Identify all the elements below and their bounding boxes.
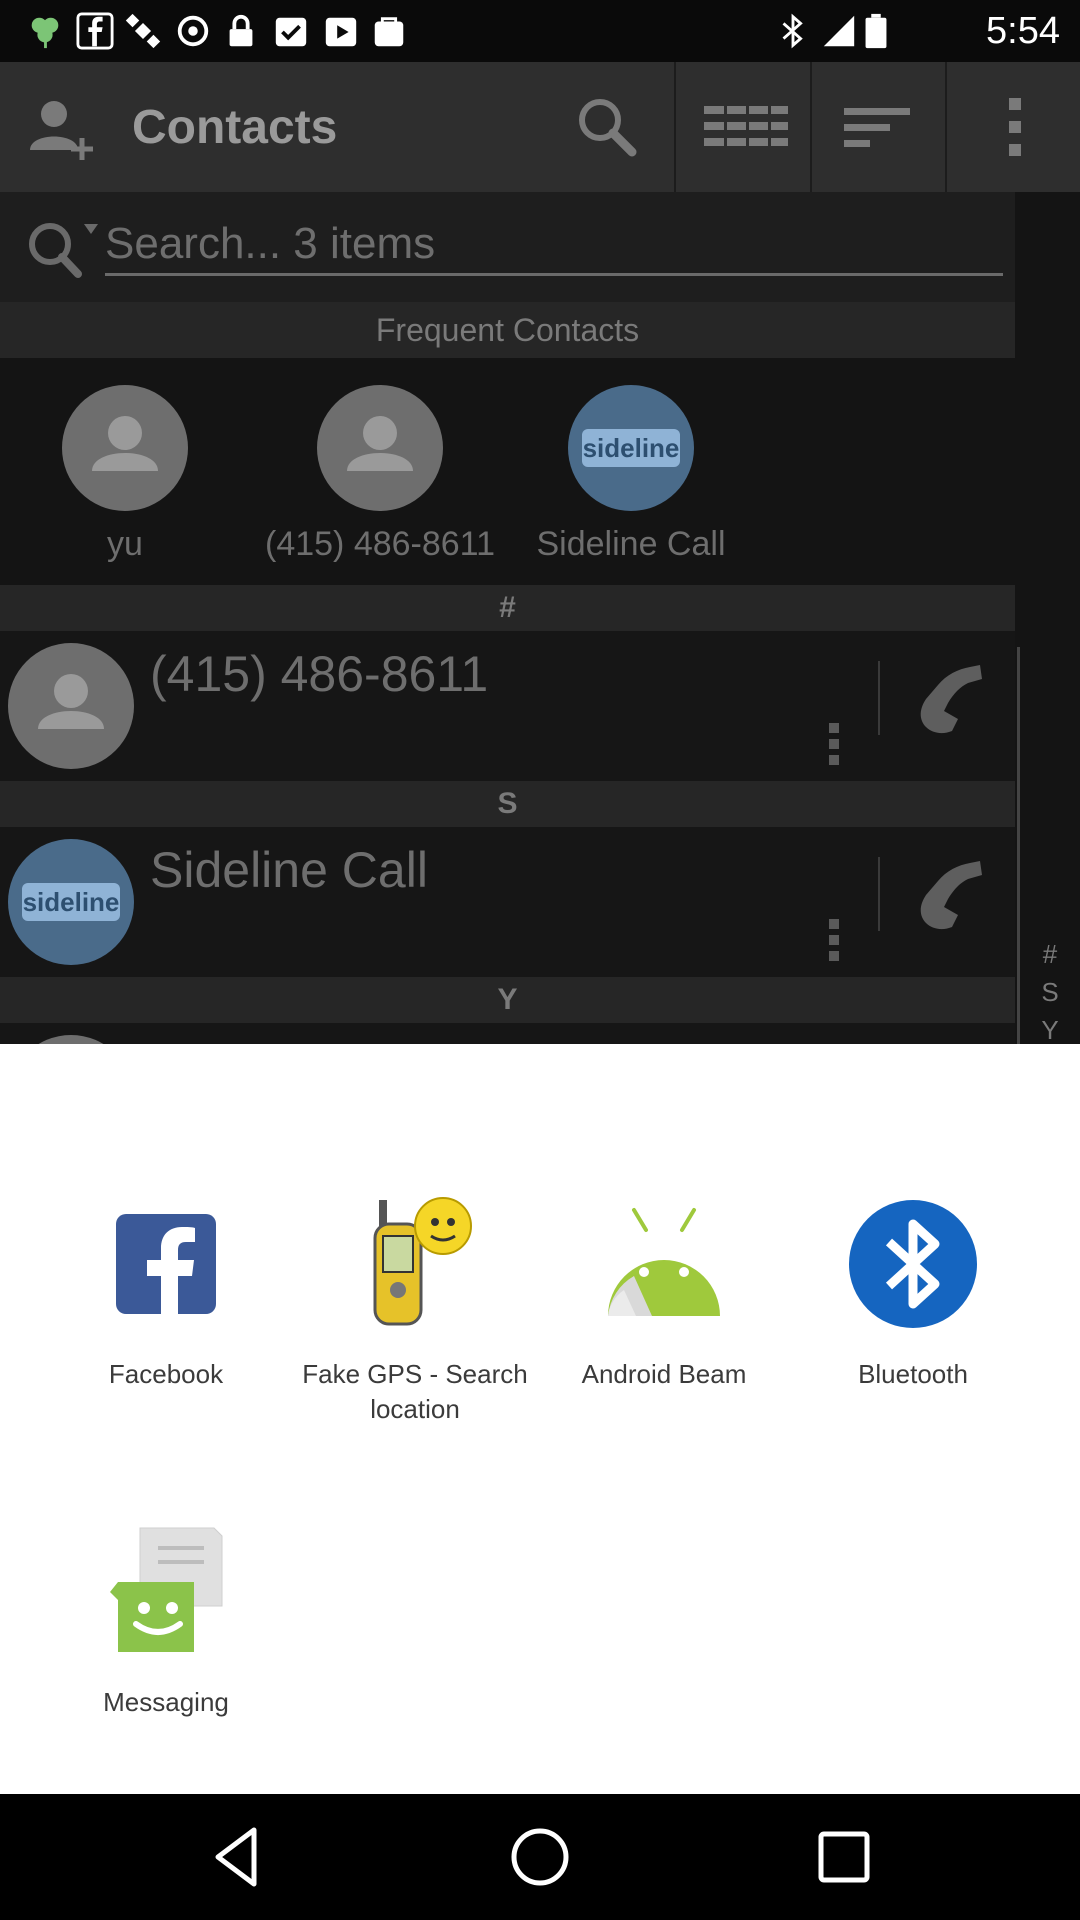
contact-name: Sideline Call	[150, 842, 428, 898]
contact-name: (415) 486-8611	[150, 646, 489, 702]
contact-row[interactable]	[0, 1023, 1015, 1044]
share-target-facebook[interactable]: Facebook	[36, 1194, 296, 1392]
add-contact-icon[interactable]	[26, 94, 96, 164]
share-target-bluetooth[interactable]: Bluetooth	[783, 1194, 1043, 1392]
person-icon	[38, 674, 104, 729]
android-beam-icon	[608, 1208, 720, 1316]
index-letter[interactable]: #	[1020, 939, 1080, 970]
avatar	[8, 643, 134, 769]
avatar	[62, 385, 188, 511]
share-target-fake-gps[interactable]: Fake GPS - Search location	[285, 1194, 545, 1427]
sideline-logo: sideline	[8, 839, 134, 965]
share-target-label: Facebook	[108, 1359, 224, 1389]
phone-icon[interactable]	[912, 659, 992, 739]
sort-icon[interactable]	[842, 92, 912, 162]
contact-row[interactable]: sideline Sideline Call	[0, 827, 1015, 977]
clock: 5:54	[986, 10, 1060, 52]
share-target-android-beam[interactable]: Android Beam	[534, 1194, 794, 1392]
facebook-icon	[76, 12, 114, 50]
section-header: Y	[0, 977, 1015, 1023]
facebook-icon	[116, 1214, 216, 1314]
search-input[interactable]: Search... 3 items	[105, 212, 1003, 276]
row-divider	[878, 857, 880, 931]
signal-icon	[823, 15, 855, 47]
section-header: S	[0, 781, 1015, 827]
frequent-contact[interactable]: (415) 486-8611	[255, 385, 505, 564]
frequent-contact-label: Sideline Call	[536, 525, 726, 563]
sideline-logo-text: sideline	[22, 883, 120, 921]
frequent-contact-label: yu	[107, 525, 143, 563]
lock-icon	[229, 14, 253, 47]
sideline-logo-text: sideline	[582, 429, 680, 467]
sideline-logo: sideline	[568, 385, 694, 511]
battery-icon	[865, 13, 887, 49]
page-title: Contacts	[132, 101, 338, 154]
avatar	[317, 385, 443, 511]
home-icon[interactable]	[505, 1822, 575, 1892]
avatar	[8, 1035, 134, 1044]
search-icon[interactable]	[22, 214, 102, 280]
share-target-messaging[interactable]: Messaging	[36, 1522, 296, 1720]
contacts-app: Contacts Search... 3 items Frequent Cont…	[0, 62, 1080, 1044]
more-options-icon[interactable]	[1000, 92, 1030, 162]
phone-icon[interactable]	[912, 855, 992, 935]
toolbar-divider	[810, 62, 812, 192]
row-divider	[878, 661, 880, 735]
contact-row[interactable]: (415) 486-8611	[0, 631, 1015, 781]
play-store-icon	[325, 17, 357, 47]
frequent-contacts-header: Frequent Contacts	[0, 302, 1015, 358]
index-letter[interactable]: Y	[1020, 1015, 1080, 1044]
frequent-contact[interactable]: yu	[0, 385, 250, 564]
status-bar: 5:54	[0, 0, 1080, 62]
bluetooth-icon	[782, 13, 803, 49]
sync-icon	[177, 15, 209, 47]
section-header: #	[0, 585, 1015, 631]
person-icon	[347, 416, 413, 471]
navigation-bar	[0, 1794, 1080, 1920]
bag-icon	[374, 17, 404, 47]
contact-menu-icon[interactable]	[826, 721, 842, 767]
search-row: Search... 3 items	[0, 192, 1015, 302]
frequent-contact[interactable]: sideline Sideline Call	[506, 385, 756, 564]
messaging-icon	[110, 1527, 223, 1652]
fake-gps-icon	[373, 1197, 472, 1326]
back-icon[interactable]	[204, 1822, 274, 1892]
share-sheet: Facebook Fake GPS - Search location Andr…	[0, 1044, 1080, 1794]
recents-icon[interactable]	[809, 1822, 879, 1892]
clover-icon	[31, 17, 59, 49]
toolbar-divider	[674, 62, 676, 192]
checkbox-icon	[275, 17, 307, 47]
frequent-contact-label: (415) 486-8611	[265, 525, 495, 563]
toolbar: Contacts	[0, 62, 1080, 192]
person-icon	[92, 416, 158, 471]
bluetooth-icon	[849, 1200, 977, 1328]
search-icon[interactable]	[572, 92, 642, 162]
share-target-label: Bluetooth	[858, 1359, 968, 1389]
share-target-label: Messaging	[103, 1687, 229, 1717]
share-target-label: Fake GPS - Search location	[302, 1359, 528, 1424]
alphabet-index[interactable]: # S Y	[1017, 647, 1080, 1044]
share-target-label: Android Beam	[581, 1359, 747, 1389]
index-letter[interactable]: S	[1020, 977, 1080, 1008]
contact-menu-icon[interactable]	[826, 917, 842, 963]
dialpad-icon[interactable]	[700, 92, 792, 162]
satellite-icon	[125, 13, 161, 49]
toolbar-divider	[945, 62, 947, 192]
